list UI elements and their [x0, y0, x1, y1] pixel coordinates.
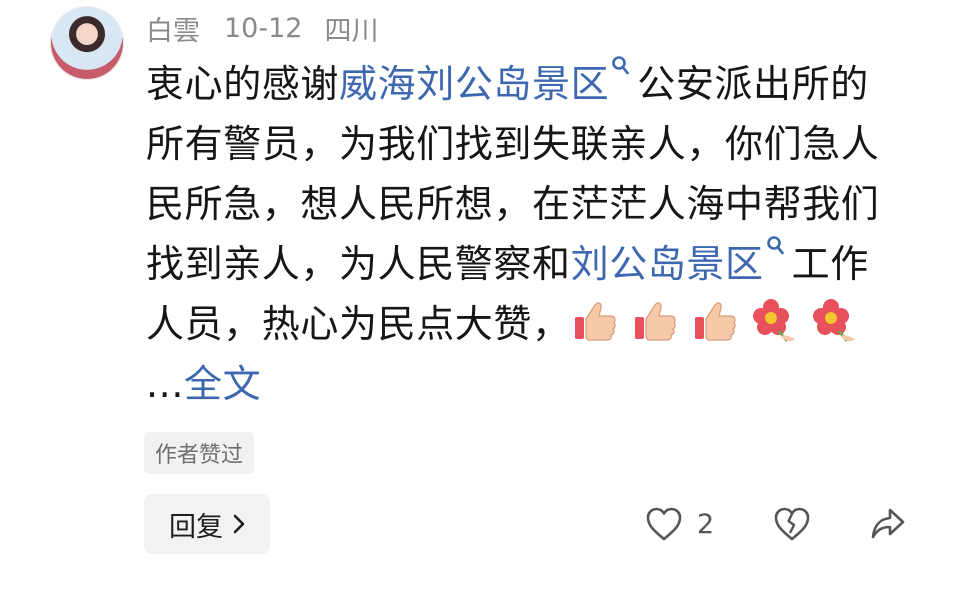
comment-actions: 2: [640, 500, 920, 552]
share-arrow-icon: [871, 508, 905, 539]
thumbs-up-emoji-icon: [691, 297, 739, 345]
ellipsis: ...: [146, 362, 185, 406]
reply-label: 回复: [169, 511, 223, 543]
flower-emoji-icon: [751, 297, 799, 345]
search-icon[interactable]: [766, 234, 786, 264]
share-button[interactable]: [869, 506, 907, 546]
dislike-button[interactable]: [773, 506, 811, 546]
comment-card: 白雲 10-12 四川 衷心的感谢威海刘公岛景区 公安派出所的所有警员，为我们找到…: [0, 0, 960, 596]
author-name[interactable]: 白雲: [146, 9, 200, 48]
topic-link-weihai-liugongdao[interactable]: 威海刘公岛景区: [339, 62, 609, 106]
chevron-right-icon: [233, 514, 245, 534]
heart-outline-icon: [646, 507, 682, 541]
comment-body: 衷心的感谢威海刘公岛景区 公安派出所的所有警员，为我们找到失联亲人，你们急人民所急…: [146, 54, 891, 414]
topic-link-liugongdao[interactable]: 刘公岛景区: [571, 242, 764, 286]
like-count: 2: [697, 508, 715, 540]
reply-button[interactable]: 回复: [144, 494, 270, 554]
author-liked-label: 作者赞过: [155, 443, 244, 468]
thumbs-up-emoji-icon: [571, 297, 619, 345]
flower-emoji-icon: [811, 297, 859, 345]
avatar[interactable]: [50, 6, 124, 80]
comment-text-part: 衷心的感谢: [146, 62, 340, 106]
like-button[interactable]: 2: [645, 506, 714, 542]
expand-full-text-link[interactable]: 全文: [184, 362, 261, 406]
comment-meta: 白雲 10-12 四川: [146, 8, 378, 48]
author-liked-badge: 作者赞过: [144, 432, 255, 474]
broken-heart-icon: [774, 507, 810, 541]
comment-location: 四川: [324, 15, 379, 47]
comment-date: 10-12: [224, 12, 303, 44]
search-icon[interactable]: [611, 54, 631, 84]
thumbs-up-emoji-icon: [631, 297, 679, 345]
